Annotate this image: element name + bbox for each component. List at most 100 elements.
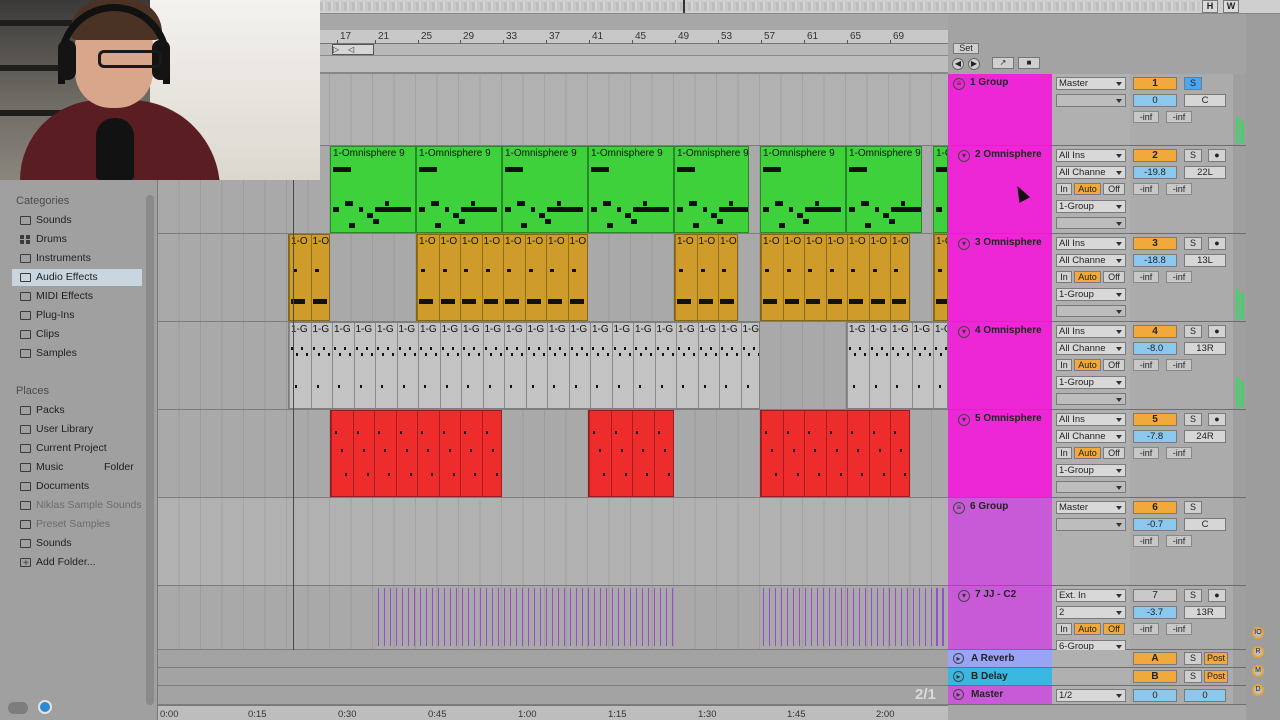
volume-field[interactable]: -0.7 <box>1133 518 1177 531</box>
send-b-field[interactable]: -inf <box>1166 623 1192 635</box>
output-channel-dropdown[interactable] <box>1056 393 1126 405</box>
master-fold-icon[interactable]: ▸ <box>953 689 964 700</box>
solo-button[interactable]: S <box>1184 589 1202 602</box>
input-type-dropdown[interactable]: All Ins <box>1056 237 1126 250</box>
arm-record-icon[interactable]: ● <box>1208 413 1226 426</box>
master-track-header[interactable]: ▸ Master <box>948 686 1052 705</box>
clip-omnisphere-5[interactable] <box>330 410 502 497</box>
return-post-button[interactable]: Post <box>1204 652 1228 665</box>
monitor-in-button[interactable]: In <box>1056 359 1072 371</box>
track-activator[interactable]: 1 <box>1133 77 1177 90</box>
audio-clip-jj-c2[interactable] <box>936 588 948 646</box>
clip-omnisphere-3[interactable]: 1-O <box>933 234 948 321</box>
send-b-field[interactable]: -inf <box>1166 111 1192 123</box>
monitor-in-button[interactable]: In <box>1056 183 1072 195</box>
pan-field[interactable]: 13R <box>1184 342 1226 355</box>
clip-omnisphere-2[interactable]: 1-Omnisphere 9 <box>416 146 502 233</box>
browser-item-sounds[interactable]: Sounds <box>12 212 142 229</box>
output-dropdown[interactable] <box>1056 518 1126 531</box>
arm-record-icon[interactable]: ● <box>1208 325 1226 338</box>
monitor-off-button[interactable]: Off <box>1103 183 1125 195</box>
lane-a-reverb[interactable] <box>158 650 948 668</box>
output-channel-dropdown[interactable] <box>1056 217 1126 229</box>
send-b-field[interactable]: -inf <box>1166 359 1192 371</box>
volume-field[interactable]: -7.8 <box>1133 430 1177 443</box>
lane-4-omnisphere[interactable]: 1-G 1-G 1-G 1-G 1-G 1-G 1-G 1-G 1-G 1-G 1-G 1-G 1-G 1… <box>158 322 948 410</box>
clip-omnisphere-2[interactable]: 1-Omnisphere 9 <box>588 146 674 233</box>
send-a-field[interactable]: -inf <box>1133 271 1159 283</box>
monitor-off-button[interactable]: Off <box>1103 623 1125 635</box>
clip-omnisphere-4[interactable]: 1-G 1-G 1-G 1-G 1-G <box>846 322 948 409</box>
clip-omnisphere-5[interactable] <box>760 410 910 497</box>
return-activator[interactable]: A <box>1133 652 1177 665</box>
send-a-field[interactable]: -inf <box>1133 535 1159 547</box>
clip-omnisphere-2[interactable]: 1-Omnisphere 9 <box>330 146 416 233</box>
input-type-dropdown[interactable]: All Ins <box>1056 149 1126 162</box>
browser-place-sounds[interactable]: Sounds <box>12 535 142 552</box>
pan-field[interactable]: C <box>1184 518 1226 531</box>
clip-omnisphere-3[interactable]: 1-O 1-O 1-O 1-O 1-O 1-O 1-O 1-O <box>416 234 588 321</box>
view-toggle-m-icon[interactable]: M <box>1252 665 1264 677</box>
track-header[interactable]: ≡ 6 Group <box>948 498 1052 586</box>
lane-b-delay[interactable] <box>158 668 948 686</box>
clip-omnisphere-2[interactable]: 1-Omnisphere 9 <box>846 146 922 233</box>
clip-omnisphere-3[interactable]: 1-O 1-O <box>288 234 330 321</box>
clip-omnisphere-3[interactable]: 1-O 1-O 1-O <box>674 234 738 321</box>
browser-toggle-icon[interactable] <box>8 702 28 714</box>
loop-brace[interactable]: ▷ ◁ <box>332 44 374 55</box>
master-volume-field[interactable]: 0 <box>1133 689 1177 702</box>
clip-omnisphere-2[interactable]: 1-Omnisphere 9 <box>760 146 846 233</box>
monitor-auto-button[interactable]: Auto <box>1074 447 1101 459</box>
browser-place-current-project[interactable]: Current Project <box>12 440 142 457</box>
send-b-field[interactable]: -inf <box>1166 535 1192 547</box>
track-activator[interactable]: 5 <box>1133 413 1177 426</box>
return-solo-button[interactable]: S <box>1184 652 1202 665</box>
pan-field[interactable]: 13R <box>1184 606 1226 619</box>
input-channel-dropdown[interactable]: 2 <box>1056 606 1126 619</box>
send-a-field[interactable]: -inf <box>1133 183 1159 195</box>
track-header[interactable]: ▾ 7 JJ - C2 <box>948 586 1052 650</box>
solo-button[interactable]: S <box>1184 325 1202 338</box>
volume-field[interactable]: -3.7 <box>1133 606 1177 619</box>
return-activator[interactable]: B <box>1133 670 1177 683</box>
pan-field[interactable]: 13L <box>1184 254 1226 267</box>
audio-clip-jj-c2[interactable] <box>763 588 945 646</box>
browser-place-packs[interactable]: Packs <box>12 402 142 419</box>
track-activator[interactable]: 7 <box>1133 589 1177 602</box>
monitor-in-button[interactable]: In <box>1056 623 1072 635</box>
group-fold-icon[interactable]: ≡ <box>953 78 965 90</box>
solo-button[interactable]: S <box>1184 77 1202 90</box>
output-dropdown[interactable]: 1-Group <box>1056 288 1126 301</box>
monitor-off-button[interactable]: Off <box>1103 359 1125 371</box>
volume-field[interactable]: -8.0 <box>1133 342 1177 355</box>
track-activator[interactable]: 6 <box>1133 501 1177 514</box>
arm-record-icon[interactable]: ● <box>1208 589 1226 602</box>
arrangement-overview[interactable]: H W <box>320 0 1280 14</box>
send-b-field[interactable]: -inf <box>1166 271 1192 283</box>
browser-scrollbar[interactable] <box>146 195 154 705</box>
back-arrow-icon[interactable]: ◀ <box>952 58 964 70</box>
return-track-header[interactable]: ▸ B Delay <box>948 668 1052 686</box>
send-b-field[interactable]: -inf <box>1166 447 1192 459</box>
lane-7-jj-c2[interactable] <box>158 586 948 650</box>
volume-field[interactable]: -18.8 <box>1133 254 1177 267</box>
monitor-auto-button[interactable]: Auto <box>1074 183 1101 195</box>
monitor-off-button[interactable]: Off <box>1103 447 1125 459</box>
track-fold-icon[interactable]: ▾ <box>958 150 970 162</box>
solo-button[interactable]: S <box>1184 237 1202 250</box>
pan-field[interactable]: 22L <box>1184 166 1226 179</box>
send-a-field[interactable]: -inf <box>1133 359 1159 371</box>
monitor-in-button[interactable]: In <box>1056 447 1072 459</box>
lane-3-omnisphere[interactable]: 1-O 1-O 1-O 1-O 1-O 1-O 1-O 1-O 1-O 1-O 1-O 1-O 1-O 1… <box>158 234 948 322</box>
browser-item-audio-effects[interactable]: Audio Effects <box>12 269 142 286</box>
track-fold-icon[interactable]: ▾ <box>958 414 970 426</box>
master-output-dropdown[interactable]: 1/2 <box>1056 689 1126 702</box>
browser-place-add-folder[interactable]: Add Folder... <box>12 554 142 572</box>
audio-clip-jj-c2[interactable] <box>378 588 673 646</box>
group-fold-icon[interactable]: ≡ <box>953 502 965 514</box>
info-icon[interactable] <box>38 700 52 714</box>
track-header[interactable]: ▾ 5 Omnisphere <box>948 410 1052 498</box>
browser-place-niklas-sample-sounds[interactable]: Niklas Sample Sounds <box>12 497 142 514</box>
forward-arrow-icon[interactable]: ▶ <box>968 58 980 70</box>
return-track-header[interactable]: ▸ A Reverb <box>948 650 1052 668</box>
